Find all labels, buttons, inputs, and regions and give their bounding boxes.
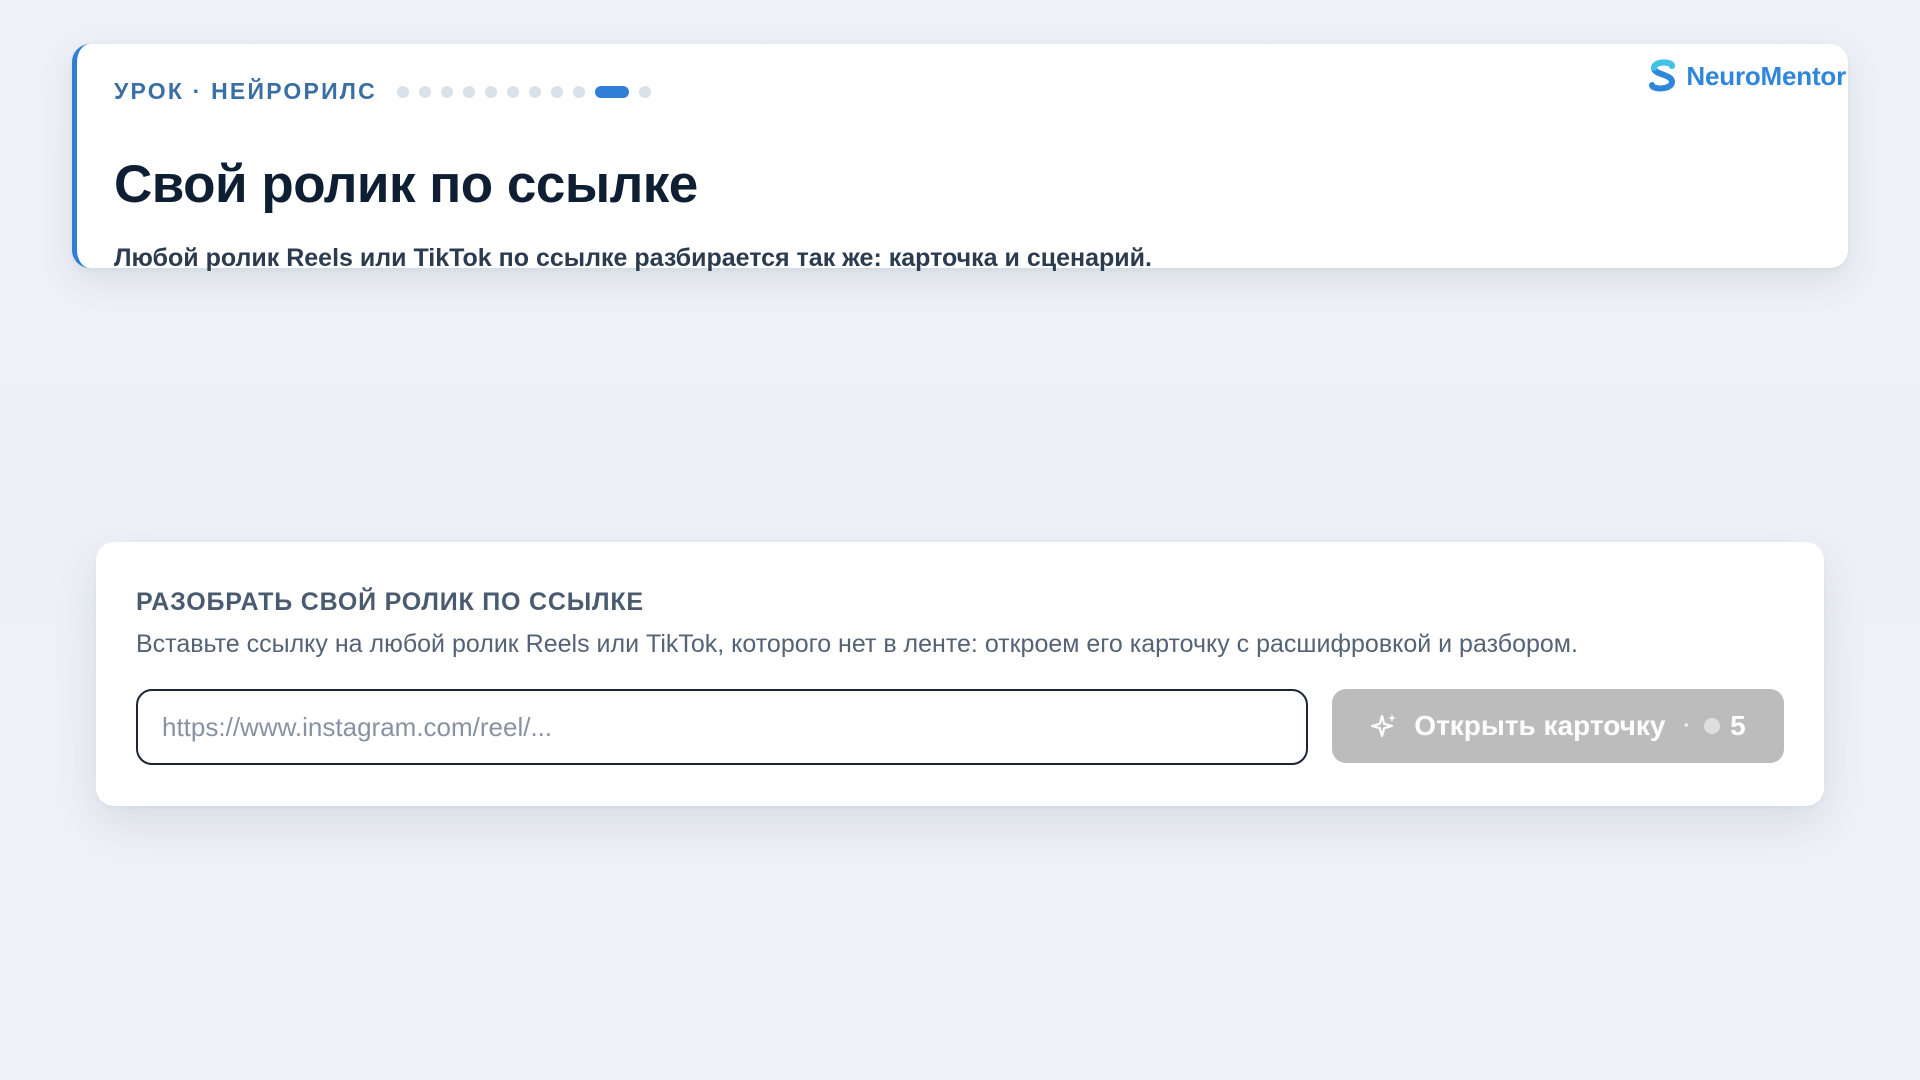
- progress-dot: [484, 85, 497, 98]
- progress-dot: [528, 85, 541, 98]
- progress-dot-current: [594, 85, 629, 98]
- progress-dot: [638, 85, 651, 98]
- sparkle-icon: [1371, 714, 1397, 738]
- progress-dot: [418, 85, 431, 98]
- progress-dot: [462, 85, 475, 98]
- progress-dot: [550, 85, 563, 98]
- lesson-header-card: УРОК · НЕЙРОРИЛС Свой ролик по ссылке Лю…: [72, 44, 1848, 272]
- open-card-button-label: Открыть карточку: [1414, 710, 1666, 741]
- button-separator: ·: [1683, 714, 1691, 737]
- progress-dot: [440, 85, 453, 98]
- neuromentor-logo-icon: [1649, 59, 1676, 92]
- progress-dot: [506, 85, 519, 98]
- progress-dot: [396, 85, 409, 98]
- coin-icon: [1704, 718, 1721, 734]
- button-cost: 5: [1730, 710, 1746, 741]
- progress-dot: [572, 85, 585, 98]
- brand-logo[interactable]: NeuroMentor: [1646, 58, 1846, 94]
- brand-name: NeuroMentor: [1686, 60, 1846, 91]
- link-analysis-card: РАЗОБРАТЬ СВОЙ РОЛИК ПО ССЫЛКЕ Вставьте …: [96, 542, 1824, 806]
- open-card-button[interactable]: Открыть карточку · 5: [1332, 689, 1784, 763]
- lesson-progress-dots: [396, 85, 661, 98]
- lesson-subtitle: Любой ролик Reels или TikTok по ссылке р…: [114, 244, 1152, 272]
- page-title: Свой ролик по ссылке: [114, 155, 698, 214]
- link-form-heading: РАЗОБРАТЬ СВОЙ РОЛИК ПО ССЫЛКЕ: [136, 588, 644, 616]
- video-url-input[interactable]: [136, 689, 1308, 765]
- link-form-description: Вставьте ссылку на любой ролик Reels или…: [136, 630, 1578, 658]
- lesson-kicker: УРОК · НЕЙРОРИЛС: [114, 78, 377, 104]
- lesson-meta: УРОК · НЕЙРОРИЛС: [114, 78, 661, 105]
